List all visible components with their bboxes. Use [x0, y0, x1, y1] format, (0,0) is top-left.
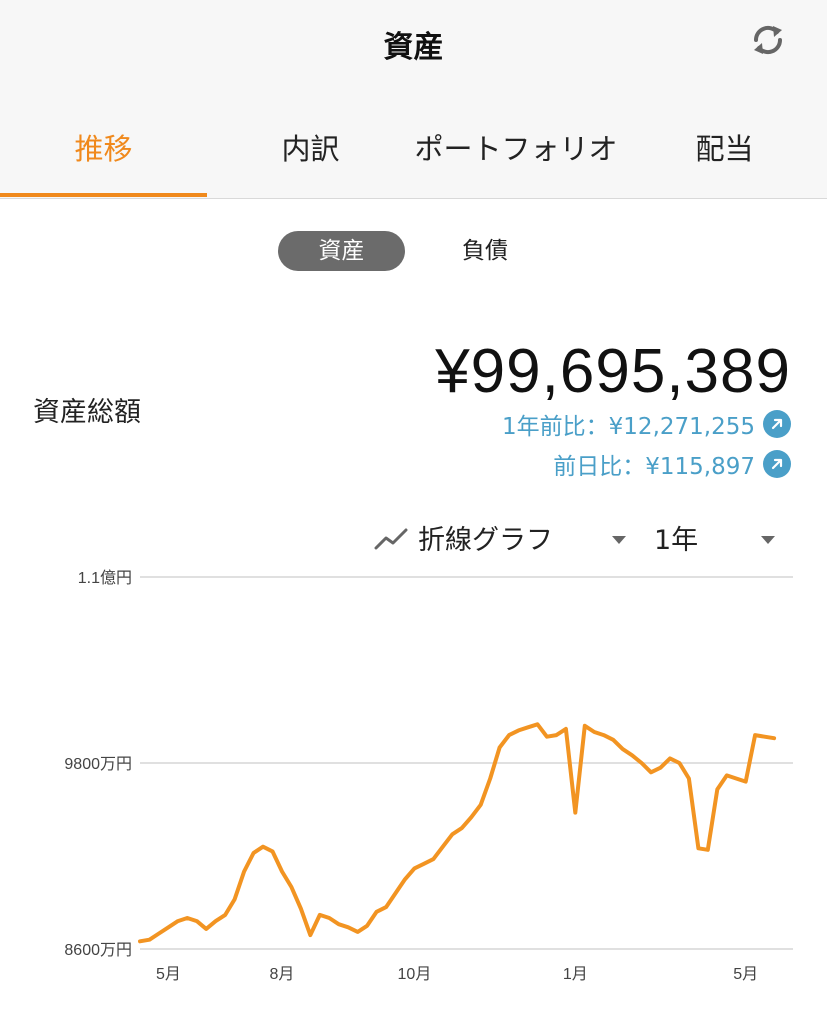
- active-tab-indicator: [0, 193, 207, 197]
- line-chart-icon: [374, 526, 408, 556]
- segment-assets[interactable]: 資産: [278, 231, 405, 271]
- tab-dividend[interactable]: 配当: [632, 125, 817, 198]
- tab-trend[interactable]: 推移: [0, 125, 207, 198]
- tab-portfolio[interactable]: ポートフォリオ: [400, 125, 632, 198]
- chart-type-select[interactable]: 折線グラフ: [418, 518, 553, 557]
- total-assets-value: ¥99,695,389: [435, 337, 791, 406]
- arrow-up-right-icon: [763, 450, 791, 478]
- tab-breakdown[interactable]: 内訳: [207, 125, 414, 198]
- chevron-down-icon[interactable]: [612, 536, 626, 544]
- segment-liabilities[interactable]: 負債: [425, 231, 545, 271]
- x-tick-label: 5月: [156, 966, 181, 983]
- year-change-text: 1年前比：¥12,271,255: [502, 414, 755, 440]
- asset-chart: 1.1億円 9800万円 8600万円 5月 8月 10月 1月 5月: [0, 560, 827, 1000]
- x-tick-label: 1月: [563, 966, 588, 983]
- page-title: 資産: [383, 30, 444, 65]
- tab-bar: 推移 内訳 ポートフォリオ 配当: [0, 125, 827, 198]
- top-bar: 資産 推移 内訳 ポートフォリオ 配当: [0, 0, 827, 199]
- y-tick-label: 1.1億円: [78, 569, 132, 587]
- day-change-text: 前日比：¥115,897: [553, 454, 755, 480]
- chevron-down-icon[interactable]: [761, 536, 775, 544]
- y-tick-label: 8600万円: [64, 942, 132, 959]
- arrow-up-right-icon: [763, 410, 791, 438]
- x-tick-label: 5月: [733, 966, 758, 983]
- chart-controls: 折線グラフ 1年: [374, 518, 794, 562]
- x-tick-label: 10月: [398, 966, 432, 983]
- year-change-row: 1年前比：¥12,271,255: [502, 408, 791, 440]
- x-tick-label: 8月: [270, 966, 295, 983]
- period-select[interactable]: 1年: [654, 518, 698, 557]
- refresh-icon[interactable]: [748, 20, 788, 60]
- series-line: [138, 722, 777, 944]
- day-change-row: 前日比：¥115,897: [553, 448, 791, 480]
- total-assets-label: 資産総額: [33, 397, 141, 428]
- y-tick-label: 9800万円: [64, 756, 132, 773]
